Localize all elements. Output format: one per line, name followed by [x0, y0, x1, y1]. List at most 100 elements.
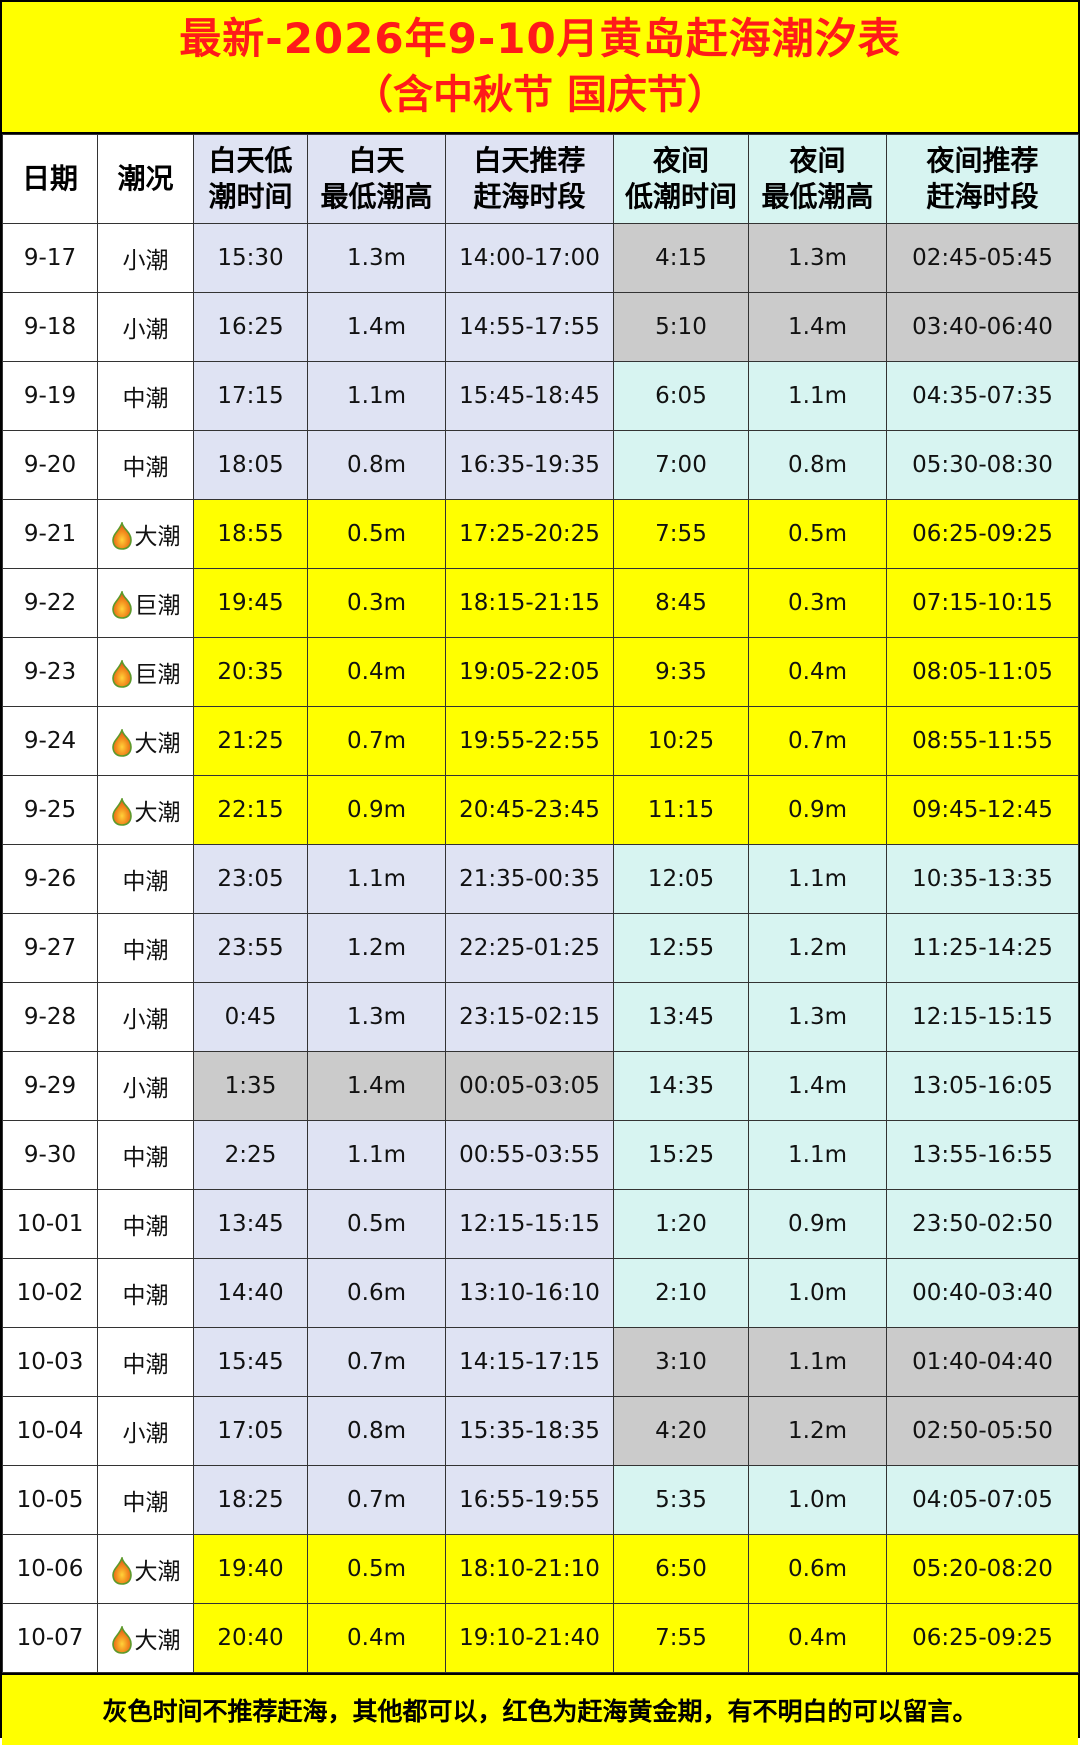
day-low-time-cell: 18:25: [193, 1465, 308, 1535]
night-low-height-cell-text: 0.6m: [788, 1556, 847, 1582]
night-slot-cell: 08:55-11:55: [886, 706, 1079, 776]
night-low-time-cell: 9:35: [613, 637, 749, 707]
table-row: 10-03 中潮 15:45 0.7m 14:15-17:15 3:10 1.1m 01:40…: [2, 1327, 1079, 1397]
day-low-time-cell: 2:25: [193, 1120, 308, 1190]
day-low-height-cell-text: 0.9m: [347, 797, 406, 823]
day-low-time-cell-text: 15:45: [217, 1349, 284, 1375]
night-low-time-cell: 6:05: [613, 361, 749, 431]
tide-cell: 中潮: [97, 1327, 194, 1397]
night-low-time-cell: 6:50: [613, 1534, 749, 1604]
night-slot-cell: 03:40-06:40: [886, 292, 1079, 362]
tide-cell: 小潮: [97, 982, 194, 1052]
night-low-height-cell-text: 1.0m: [788, 1487, 847, 1513]
day-slot-cell-text: 18:15-21:15: [459, 590, 600, 616]
tide-label: 巨潮: [134, 662, 181, 688]
table-row: 10-05 中潮 18:25 0.7m 16:55-19:55 5:35 1.0m 04:05…: [2, 1465, 1079, 1535]
day-low-time-cell-text: 23:05: [217, 866, 284, 892]
day-low-height-cell-text: 0.8m: [347, 1418, 406, 1444]
date-cell-text: 10-04: [16, 1418, 84, 1444]
table-row: 9-23 巨潮 20:35 0.4m 19:05-22:05 9:35 0.4m 08:05-…: [2, 637, 1079, 707]
day-low-height-cell: 0.7m: [307, 1327, 446, 1397]
night-low-time-cell-text: 14:35: [647, 1073, 715, 1099]
night-slot-cell-text: 04:35-07:35: [912, 383, 1053, 409]
tide-cell: 巨潮: [97, 568, 194, 638]
night-low-time-cell-text: 1:20: [655, 1211, 707, 1237]
night-low-time-cell: 13:45: [613, 982, 749, 1052]
tide-cell: 中潮: [97, 844, 194, 914]
night-low-time-cell: 5:35: [613, 1465, 749, 1535]
date-cell: 9-22: [2, 568, 98, 638]
night-slot-cell: 04:05-07:05: [886, 1465, 1079, 1535]
night-low-time-cell: 3:10: [613, 1327, 749, 1397]
day-slot-cell: 00:55-03:55: [445, 1120, 614, 1190]
day-slot-cell-text: 21:35-00:35: [459, 866, 600, 892]
day-low-height-cell: 0.4m: [307, 1603, 446, 1673]
day-low-height-cell: 0.4m: [307, 637, 446, 707]
night-low-height-cell: 0.9m: [748, 775, 887, 845]
day-low-time-cell-text: 17:15: [217, 383, 284, 409]
night-low-time-cell: 2:10: [613, 1258, 749, 1328]
night-slot-cell: 12:15-15:15: [886, 982, 1079, 1052]
night-low-height-cell: 1.1m: [748, 1327, 887, 1397]
night-slot-cell-text: 11:25-14:25: [912, 935, 1053, 961]
night-low-height-cell-text: 0.4m: [788, 659, 847, 685]
day-slot-cell: 13:10-16:10: [445, 1258, 614, 1328]
table-header-row: 日期 潮况 白天低 潮时间 白天 最低潮高 白天推荐 赶海时段 夜间 低潮时间 夜间 最低…: [2, 134, 1079, 224]
night-slot-cell-text: 05:20-08:20: [912, 1556, 1053, 1582]
night-slot-cell-text: 00:40-03:40: [912, 1280, 1053, 1306]
day-slot-cell: 15:35-18:35: [445, 1396, 614, 1466]
night-slot-cell: 10:35-13:35: [886, 844, 1079, 914]
night-low-height-cell: 1.2m: [748, 1396, 887, 1466]
tide-label: 中潮: [122, 1352, 169, 1378]
day-low-time-cell: 16:25: [193, 292, 308, 362]
table-row: 10-06 大潮 19:40 0.5m 18:10-21:10 6:50 0.6m 05:20…: [2, 1534, 1079, 1604]
night-low-time-cell-text: 12:55: [647, 935, 715, 961]
night-low-height-cell: 0.9m: [748, 1189, 887, 1259]
day-low-height-cell-text: 0.7m: [347, 1349, 406, 1375]
night-slot-cell: 01:40-04:40: [886, 1327, 1079, 1397]
date-cell: 9-28: [2, 982, 98, 1052]
date-cell-text: 10-02: [16, 1280, 84, 1306]
night-slot-cell: 00:40-03:40: [886, 1258, 1079, 1328]
night-low-height-cell-text: 1.2m: [788, 935, 847, 961]
day-low-height-cell-text: 1.3m: [347, 245, 406, 271]
night-low-height-cell-text: 0.7m: [788, 728, 847, 754]
tide-cell: 大潮: [97, 1534, 194, 1604]
night-low-height-cell: 0.4m: [748, 1603, 887, 1673]
date-cell: 10-04: [2, 1396, 98, 1466]
night-low-height-cell: 1.1m: [748, 1120, 887, 1190]
tide-cell: 大潮: [97, 775, 194, 845]
day-low-height-cell: 1.1m: [307, 844, 446, 914]
date-cell: 9-25: [2, 775, 98, 845]
day-low-time-cell: 13:45: [193, 1189, 308, 1259]
night-low-height-cell-text: 0.4m: [788, 1625, 847, 1651]
night-slot-cell-text: 06:25-09:25: [912, 1625, 1053, 1651]
date-cell: 10-05: [2, 1465, 98, 1535]
day-slot-cell-text: 23:15-02:15: [459, 1004, 600, 1030]
night-low-time-cell: 15:25: [613, 1120, 749, 1190]
header-day-low-time: 白天低 潮时间: [193, 134, 308, 224]
flame-icon: [111, 726, 133, 757]
tide-cell: 中潮: [97, 361, 194, 431]
night-low-height-cell: 0.6m: [748, 1534, 887, 1604]
night-low-height-cell-text: 1.3m: [788, 245, 847, 271]
day-slot-cell-text: 15:35-18:35: [459, 1418, 600, 1444]
night-slot-cell-text: 23:50-02:50: [912, 1211, 1053, 1237]
day-slot-cell-text: 18:10-21:10: [459, 1556, 600, 1582]
night-low-height-cell: 0.3m: [748, 568, 887, 638]
day-slot-cell-text: 15:45-18:45: [459, 383, 600, 409]
table-row: 9-21 大潮 18:55 0.5m 17:25-20:25 7:55 0.5m 06:25-…: [2, 499, 1079, 569]
header-day-low-height: 白天 最低潮高: [307, 134, 446, 224]
night-low-time-cell: 14:35: [613, 1051, 749, 1121]
tide-label: 中潮: [122, 1145, 169, 1171]
header-night-slot: 夜间推荐 赶海时段: [886, 134, 1079, 224]
tide-cell: 中潮: [97, 1258, 194, 1328]
date-cell: 9-18: [2, 292, 98, 362]
day-low-height-cell-text: 1.2m: [347, 935, 406, 961]
date-cell-text: 9-17: [23, 245, 77, 271]
table-row: 9-28 小潮 0:45 1.3m 23:15-02:15 13:45 1.3m 12:15-…: [2, 982, 1079, 1052]
night-low-time-cell-text: 5:35: [655, 1487, 707, 1513]
day-low-time-cell: 15:30: [193, 223, 308, 293]
date-cell-text: 9-27: [23, 935, 77, 961]
night-low-time-cell-text: 15:25: [647, 1142, 715, 1168]
